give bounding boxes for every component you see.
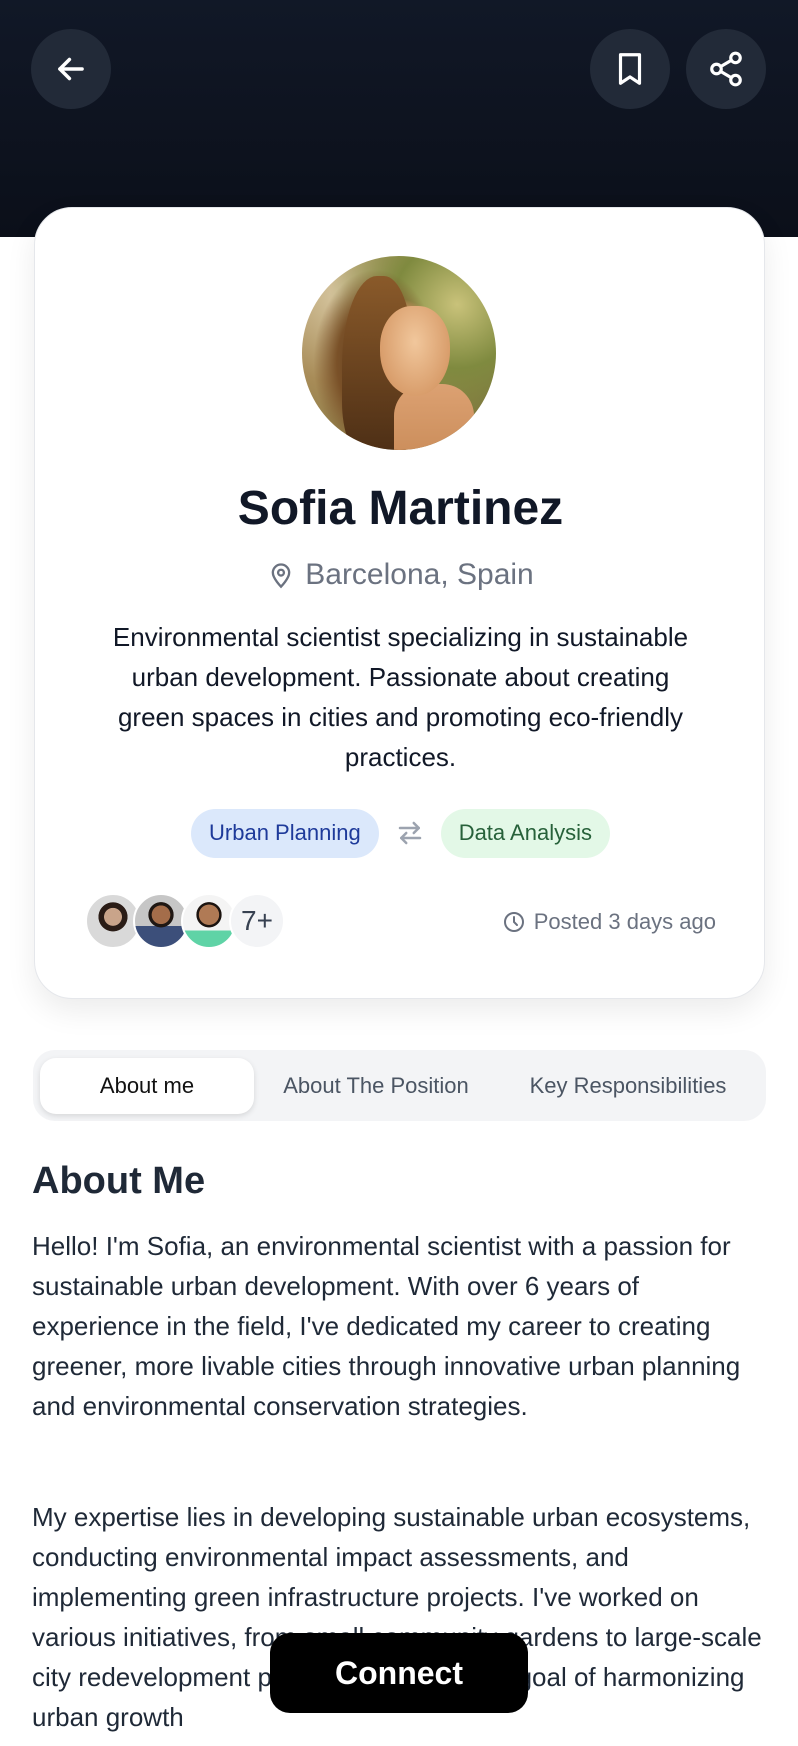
tab-about-me[interactable]: About me (40, 1057, 254, 1114)
back-button[interactable] (31, 29, 111, 109)
share-icon (710, 51, 742, 87)
profile-name-wrap: Sofia Martinez (35, 479, 766, 539)
team-avatars[interactable]: 7+ (85, 892, 285, 950)
tab-about-position[interactable]: About The Position (254, 1058, 498, 1114)
skills-row: Urban Planning Data Analysis (35, 808, 766, 858)
connect-button[interactable]: Connect (270, 1633, 528, 1713)
profile-name: Sofia Martinez (237, 482, 564, 535)
profile-avatar (302, 256, 496, 450)
clock-icon (503, 912, 524, 932)
profile-bio: Environmental scientist specializing in … (112, 622, 689, 772)
avatar-face (380, 306, 450, 396)
map-pin-icon (271, 563, 291, 589)
tab-bar: About me About The Position Key Responsi… (33, 1050, 766, 1121)
location-text: Barcelona, Spain (305, 558, 534, 591)
posted-text: Posted 3 days ago (533, 909, 716, 934)
share-button[interactable] (686, 29, 766, 109)
header-background (0, 0, 798, 237)
team-more-count: 7+ (229, 893, 285, 949)
section-title: About Me (32, 1160, 206, 1202)
bookmark-button[interactable] (590, 29, 670, 109)
bookmark-icon (618, 53, 642, 85)
swap-arrows-icon (398, 821, 421, 845)
skill-chip[interactable]: Urban Planning (191, 808, 379, 858)
profile-card: Sofia Martinez Barcelona, Spain Environm… (34, 207, 765, 999)
about-paragraph: Hello! I'm Sofia, an environmental scien… (32, 1231, 741, 1421)
tab-key-responsibilities[interactable]: Key Responsibilities (498, 1058, 758, 1114)
profile-location: Barcelona, Spain (35, 554, 766, 596)
skill-chip[interactable]: Data Analysis (440, 808, 610, 858)
posted-time: Posted 3 days ago (502, 905, 716, 939)
arrow-left-icon (58, 57, 84, 81)
